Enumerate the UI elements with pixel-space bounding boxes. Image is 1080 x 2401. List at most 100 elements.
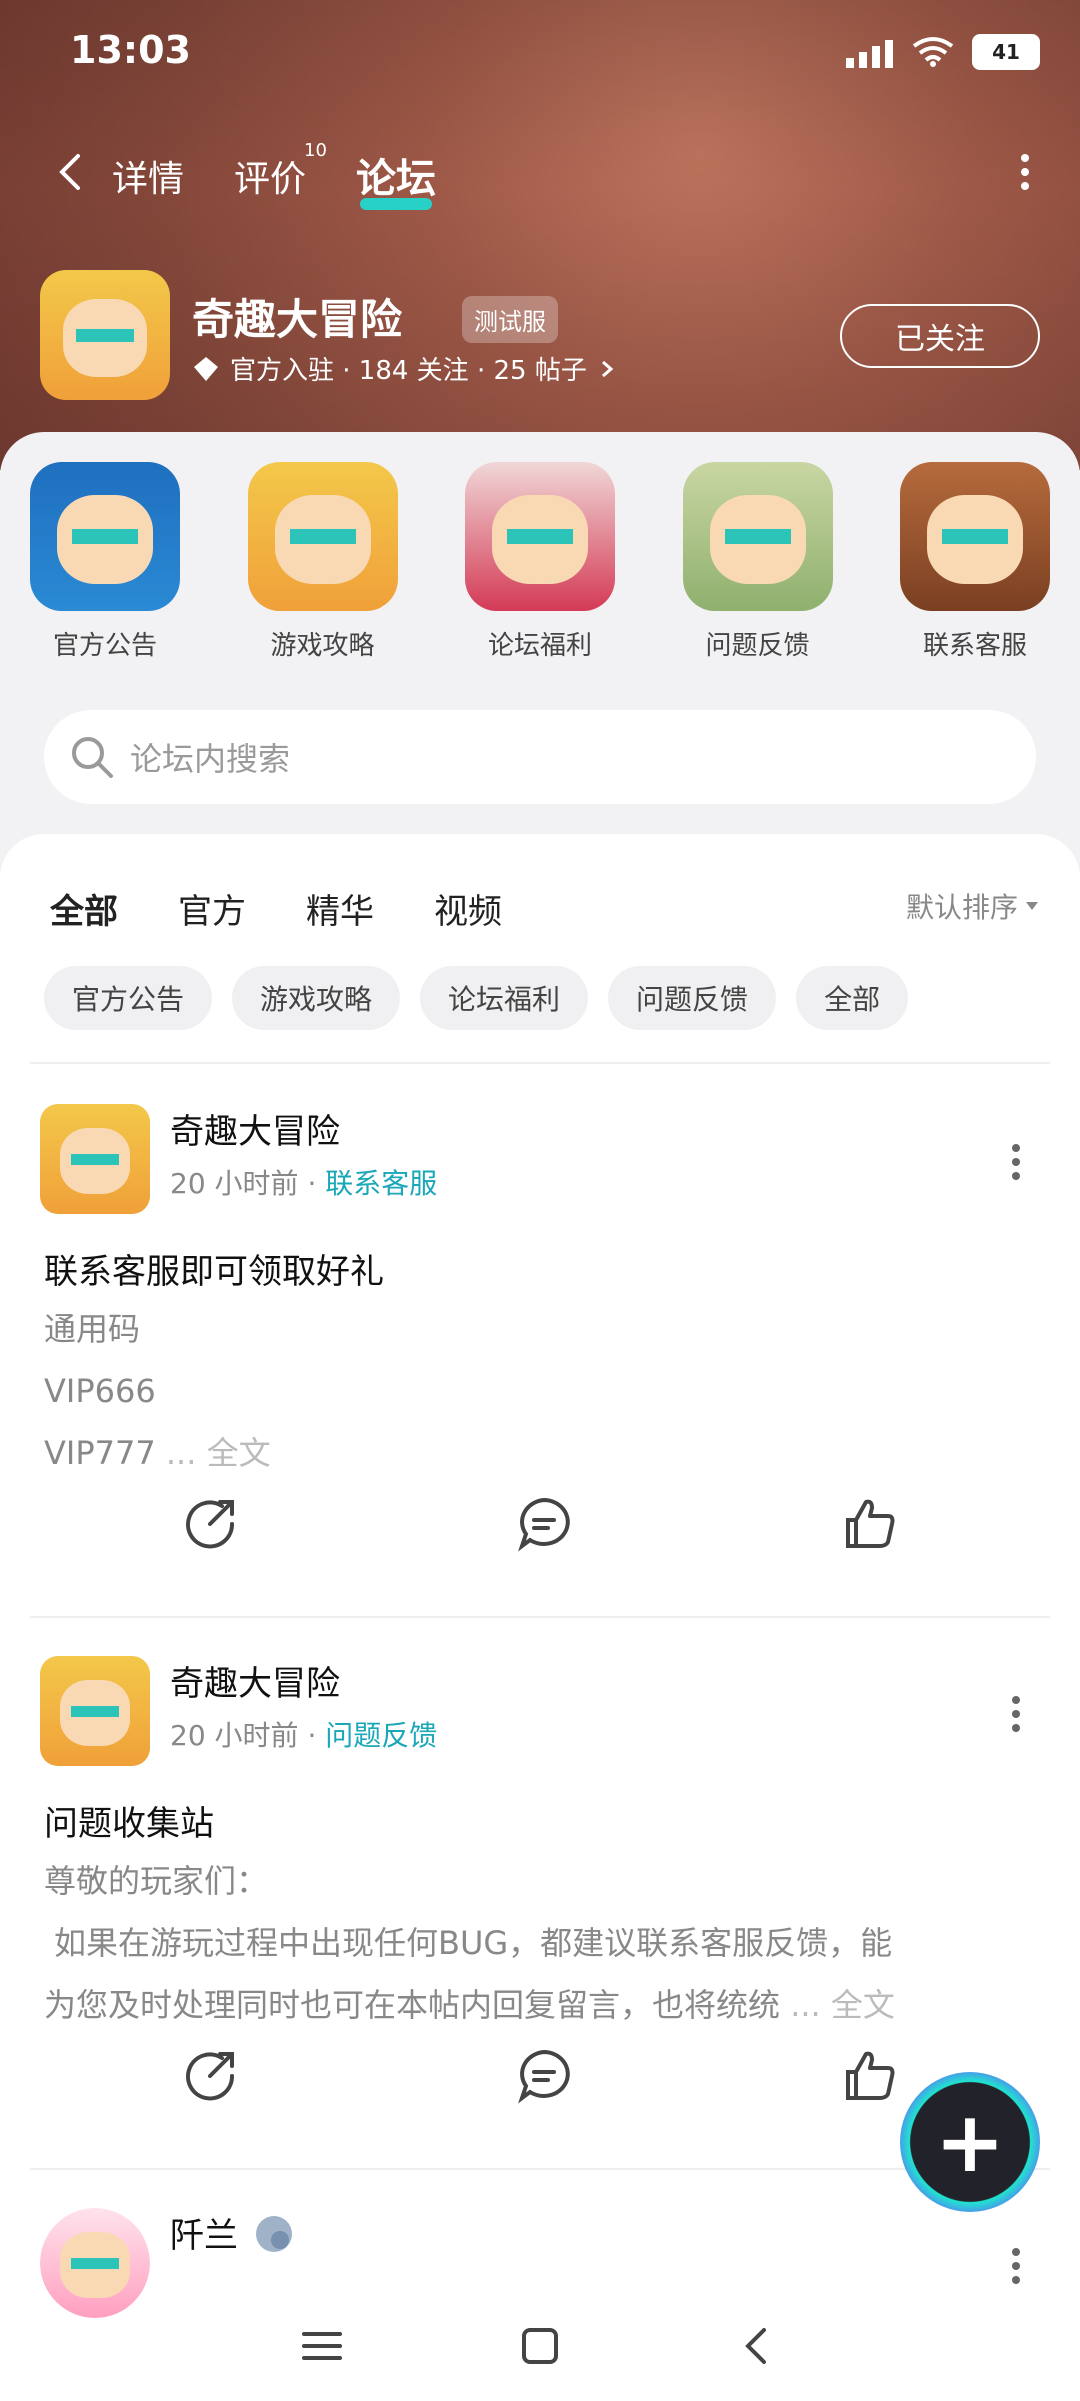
game-meta[interactable]: 官方入驻 · 184 关注 · 25 帖子 xyxy=(192,350,617,387)
tab-forum[interactable]: 论坛 xyxy=(356,146,436,210)
review-count-badge: 10 xyxy=(304,140,327,161)
like-icon[interactable] xyxy=(840,1494,900,1554)
feed-tab-video[interactable]: 视频 xyxy=(434,884,502,933)
chip-all[interactable]: 全部 xyxy=(796,966,909,1030)
post-time-text: 20 小时前 xyxy=(170,1167,299,1200)
share-icon[interactable] xyxy=(180,1494,240,1554)
shortcut-customer-service[interactable]: 联系客服 xyxy=(900,462,1050,662)
game-name: 奇趣大冒险 xyxy=(192,295,403,344)
post-body-line: VIP666 xyxy=(44,1372,156,1410)
game-avatar-icon xyxy=(247,462,398,611)
post-body-line: 通用码 xyxy=(44,1310,141,1348)
read-more-link[interactable]: ... 全文 xyxy=(790,1986,895,2024)
post-time-text: 20 小时前 xyxy=(170,1719,299,1752)
home-icon[interactable] xyxy=(516,2322,564,2370)
divider xyxy=(30,2168,1050,2170)
follow-button[interactable]: 已关注 xyxy=(840,304,1040,368)
share-icon[interactable] xyxy=(180,2046,240,2106)
chevron-right-icon xyxy=(601,360,614,377)
post-title[interactable]: 问题收集站 xyxy=(44,1796,214,1845)
dino-icon xyxy=(465,462,615,611)
statue-icon xyxy=(682,462,833,611)
chip-game-guide[interactable]: 游戏攻略 xyxy=(232,966,401,1030)
game-header: 奇趣大冒险 测试服 官方入驻 · 184 关注 · 25 帖子 已关注 xyxy=(40,270,1040,410)
caret-down-icon xyxy=(1026,902,1038,910)
post-category[interactable]: 联系客服 xyxy=(325,1167,437,1200)
chip-official-announcement[interactable]: 官方公告 xyxy=(44,966,213,1030)
shortcut-game-guide[interactable]: 游戏攻略 xyxy=(247,462,398,662)
post-card[interactable]: 奇趣大冒险 20 小时前 · 联系客服 联系客服即可领取好礼 通用码 VIP66… xyxy=(40,1104,1040,1564)
back-icon[interactable] xyxy=(734,2322,782,2370)
tab-details[interactable]: 详情 xyxy=(112,150,184,202)
post-actions xyxy=(40,1494,1040,1564)
like-icon[interactable] xyxy=(840,2046,900,2106)
battery-indicator: 41 xyxy=(972,34,1040,70)
game-avatar xyxy=(40,270,170,400)
tab-reviews[interactable]: 评价 xyxy=(234,150,306,202)
read-more-link[interactable]: ... 全文 xyxy=(166,1434,271,1472)
menu-icon[interactable] xyxy=(298,2322,346,2370)
post-card[interactable]: 奇趣大冒险 20 小时前 · 问题反馈 问题收集站 尊敬的玩家们： 如果在游玩过… xyxy=(40,1656,1040,2116)
post-time: 20 小时前 · 问题反馈 xyxy=(170,1719,438,1752)
category-chips: 官方公告 游戏攻略 论坛福利 问题反馈 全部 xyxy=(44,966,909,1030)
author-name[interactable]: 阡兰 xyxy=(170,2208,238,2257)
author-name[interactable]: 奇趣大冒险 xyxy=(170,1656,340,1705)
post-actions xyxy=(40,2046,1040,2116)
sort-dropdown[interactable]: 默认排序 xyxy=(906,886,1040,926)
level-badge-icon xyxy=(256,2216,292,2252)
post-time: 20 小时前 · 联系客服 xyxy=(170,1167,438,1200)
signal-icon xyxy=(846,36,894,68)
post-menu-icon[interactable] xyxy=(1012,1144,1020,1180)
game-meta-text: 官方入驻 · 184 关注 · 25 帖子 xyxy=(230,356,587,386)
shortcut-label: 游戏攻略 xyxy=(270,631,375,661)
divider xyxy=(30,1062,1050,1064)
plus-icon: + xyxy=(934,2093,1006,2191)
feed-tabs: 全部 官方 精华 视频 xyxy=(50,884,502,943)
top-nav: 详情 评价 10 论坛 xyxy=(0,140,1080,210)
post-menu-icon[interactable] xyxy=(1012,1696,1020,1732)
post-body-text: 为您及时处理同时也可在本帖内回复留言，也将统统 xyxy=(44,1986,781,2024)
wifi-icon xyxy=(912,37,954,67)
pirate-icon xyxy=(30,462,180,611)
post-body[interactable]: 通用码 VIP666 VIP777 ... 全文 xyxy=(44,1298,1040,1484)
diamond-icon xyxy=(194,356,218,381)
clock: 13:03 xyxy=(70,28,191,72)
create-post-button[interactable]: + xyxy=(900,2072,1040,2212)
back-arrow-icon[interactable] xyxy=(52,152,92,192)
post-category[interactable]: 问题反馈 xyxy=(325,1719,437,1752)
feed-tab-official[interactable]: 官方 xyxy=(178,884,246,933)
post-menu-icon[interactable] xyxy=(1012,2248,1020,2284)
system-nav-bar xyxy=(0,2291,1080,2401)
post-body-line: 为您及时处理同时也可在本帖内回复留言，也将统统 ... 全文 xyxy=(44,1974,1040,2036)
search-icon xyxy=(72,737,113,778)
post-body-line: 尊敬的玩家们： xyxy=(44,1862,269,1900)
status-bar: 13:03 41 xyxy=(70,28,1040,78)
chip-forum-welfare[interactable]: 论坛福利 xyxy=(420,966,589,1030)
comment-icon[interactable] xyxy=(514,1494,574,1554)
comment-icon[interactable] xyxy=(514,2046,574,2106)
shortcut-row: 官方公告 游戏攻略 论坛福利 问题反馈 联系客服 xyxy=(30,462,1050,662)
search-input[interactable]: 论坛内搜索 xyxy=(44,710,1036,804)
author-avatar[interactable] xyxy=(40,1656,150,1766)
shortcut-official-announcement[interactable]: 官方公告 xyxy=(30,462,180,662)
cowboy-icon xyxy=(900,462,1050,611)
sort-label: 默认排序 xyxy=(905,891,1018,924)
post-title[interactable]: 联系客服即可领取好礼 xyxy=(44,1244,384,1293)
shortcut-feedback[interactable]: 问题反馈 xyxy=(682,462,833,662)
feed-tab-featured[interactable]: 精华 xyxy=(306,884,374,933)
more-menu-icon[interactable] xyxy=(1020,150,1030,194)
shortcut-label: 问题反馈 xyxy=(705,631,810,661)
post-body-text: VIP777 xyxy=(44,1434,156,1472)
post-body[interactable]: 尊敬的玩家们： 如果在游玩过程中出现任何BUG，都建议联系客服反馈，能 为您及时… xyxy=(44,1850,1040,2036)
divider xyxy=(30,1616,1050,1618)
shortcut-label: 联系客服 xyxy=(922,631,1027,661)
author-name[interactable]: 奇趣大冒险 xyxy=(170,1104,340,1153)
feed-tab-all[interactable]: 全部 xyxy=(50,884,118,943)
shortcut-label: 官方公告 xyxy=(52,631,157,661)
search-placeholder: 论坛内搜索 xyxy=(130,740,291,778)
post-body-line: 如果在游玩过程中出现任何BUG，都建议联系客服反馈，能 xyxy=(54,1924,893,1962)
shortcut-forum-welfare[interactable]: 论坛福利 xyxy=(465,462,615,662)
chip-feedback[interactable]: 问题反馈 xyxy=(608,966,777,1030)
test-server-tag: 测试服 xyxy=(462,296,558,343)
author-avatar[interactable] xyxy=(40,1104,150,1214)
